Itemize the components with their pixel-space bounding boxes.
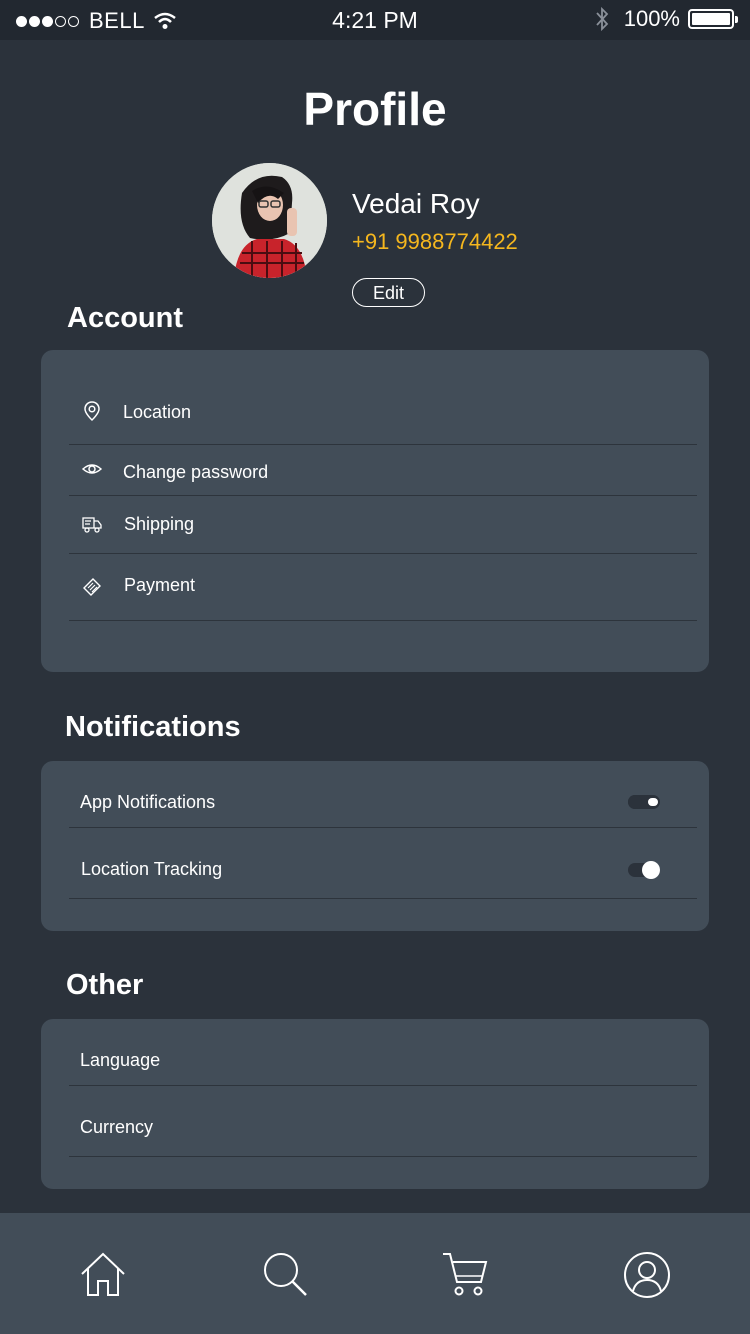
- account-item-label: Location: [123, 402, 192, 422]
- battery-percent: 100%: [623, 6, 680, 31]
- bluetooth-icon: [596, 6, 608, 32]
- account-item-label: Payment: [124, 575, 196, 595]
- account-item-label: Shipping: [124, 514, 195, 534]
- account-item-shipping[interactable]: Shipping: [69, 496, 697, 554]
- cart-icon[interactable]: [441, 1250, 491, 1300]
- notification-item-location-tracking: Location Tracking: [69, 828, 697, 899]
- edit-profile-button[interactable]: Edit: [352, 278, 425, 307]
- profile-phone: +91 9988774422: [352, 229, 518, 254]
- account-item-location[interactable]: Location: [69, 384, 697, 445]
- account-section-title: Account: [67, 302, 183, 334]
- avatar-photo: [212, 163, 327, 278]
- home-icon[interactable]: [78, 1250, 128, 1300]
- notifications-section-title: Notifications: [65, 711, 241, 743]
- eye-icon: [81, 464, 103, 474]
- other-item-currency[interactable]: Currency: [69, 1086, 697, 1157]
- notification-item-label: Location Tracking: [81, 859, 223, 879]
- bottom-nav: [0, 1213, 750, 1334]
- page-title: Profile: [303, 83, 447, 135]
- battery-icon: [688, 9, 738, 29]
- notifications-card: App Notifications Location Tracking: [41, 761, 709, 931]
- account-card: Location Change password Shipping Paymen…: [41, 350, 709, 672]
- notification-item-app: App Notifications: [69, 761, 697, 828]
- delivery-truck-icon: [82, 517, 102, 533]
- other-card: Language Currency: [41, 1019, 709, 1189]
- status-bar: BELL 4:21 PM 100%: [0, 0, 750, 40]
- account-item-label: Change password: [123, 462, 269, 482]
- avatar[interactable]: [212, 163, 327, 278]
- account-item-change-password[interactable]: Change password: [69, 445, 697, 496]
- profile-name: Vedai Roy: [352, 188, 480, 219]
- other-item-label: Language: [80, 1050, 161, 1070]
- other-item-language[interactable]: Language: [69, 1019, 697, 1086]
- app-notifications-toggle[interactable]: [628, 795, 660, 809]
- card-tag-icon: [83, 578, 101, 596]
- account-item-payment[interactable]: Payment: [69, 554, 697, 621]
- location-pin-icon: [84, 401, 100, 422]
- user-icon[interactable]: [622, 1250, 672, 1300]
- other-item-label: Currency: [80, 1117, 154, 1137]
- notification-item-label: App Notifications: [80, 792, 216, 812]
- search-icon[interactable]: [260, 1250, 310, 1300]
- other-section-title: Other: [66, 969, 144, 1001]
- location-tracking-toggle[interactable]: [628, 861, 660, 879]
- status-right: 100%: [594, 6, 738, 32]
